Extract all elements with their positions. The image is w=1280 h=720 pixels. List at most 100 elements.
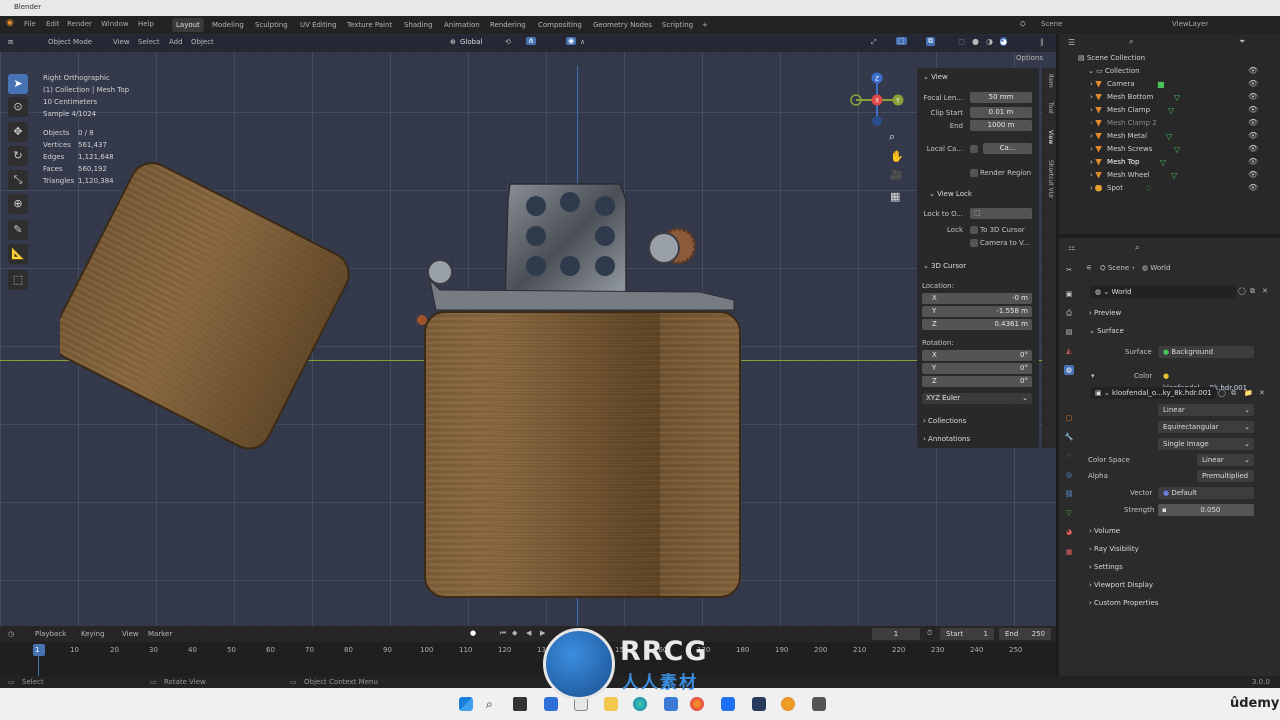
tab-uv-editing[interactable]: UV Editing [296,18,341,32]
lock-to-object-field[interactable]: ⬚ [970,208,1032,219]
overlay-toggle-icon[interactable]: ⬚ [896,37,907,45]
scene-selector[interactable]: Scene [1041,20,1062,28]
play-reverse-button[interactable]: ◀ [526,629,531,637]
surface-panel-header[interactable]: ⌄ Surface [1089,327,1124,335]
zoom-icon[interactable]: ⌕ [889,130,895,144]
view-section-header[interactable]: ⌄ View [923,73,948,81]
editor-type-icon[interactable]: ⧈ [8,37,13,47]
app-icon[interactable] [752,697,766,711]
image-open-folder-icon[interactable]: 📁 [1244,389,1253,397]
cursor-location-z[interactable]: Z 0.4361 m [922,319,1032,330]
outliner-item-mesh-metal[interactable]: › Mesh Metal [1090,132,1147,140]
measure-tool-icon[interactable]: 📐 [8,244,28,264]
fake-user-shield-icon[interactable]: ◯ [1238,287,1246,295]
tab-animation[interactable]: Animation [440,18,484,32]
annotations-header[interactable]: › Annotations [923,435,970,443]
menu-select[interactable]: Select [138,38,160,46]
color-input-link[interactable]: ● kloofendal_...8k.hdr.001 [1158,370,1254,392]
render-region-checkbox[interactable] [970,169,978,177]
pan-hand-icon[interactable]: ✋ [890,150,904,163]
material-props-icon[interactable]: ◕ [1064,527,1074,537]
image-fake-user-icon[interactable]: ◯ [1218,389,1226,397]
tab-view[interactable]: View [1044,130,1054,144]
dropbox-icon[interactable] [721,697,735,711]
visibility-eye-icon[interactable]: 👁 [1248,144,1258,153]
menu-help[interactable]: Help [138,20,154,28]
view-layer-props-icon[interactable]: ▤ [1064,327,1074,337]
visibility-eye-icon[interactable]: 👁 [1248,66,1258,75]
world-datablock-field[interactable]: ◍ ⌄ World [1090,286,1236,298]
interpolation-dropdown[interactable]: Linear ⌄ [1158,404,1254,416]
tab-tool[interactable]: Tool [1044,102,1054,114]
visibility-eye-icon[interactable]: 👁 [1248,183,1258,192]
outliner-item-camera[interactable]: › Camera [1090,80,1135,88]
menu-add[interactable]: Add [169,38,183,46]
ray-visibility-panel-header[interactable]: › Ray Visibility [1089,545,1139,553]
tab-modeling[interactable]: Modeling [208,18,248,32]
cursor-rotation-z[interactable]: Z 0° [922,376,1032,387]
wireframe-shading-icon[interactable]: ◌ [958,37,965,46]
vector-input-field[interactable]: ● Default [1158,487,1254,499]
viewport-split-icon[interactable]: ‖ [1040,38,1044,46]
3d-cursor-header[interactable]: ⌄ 3D Cursor [923,262,966,270]
visibility-eye-icon[interactable]: 👁 [1248,79,1258,88]
firefox-icon[interactable] [690,697,704,711]
clip-start-field[interactable]: 0.01 m [970,107,1032,118]
snap-icon[interactable]: ⋔ [526,37,536,45]
world-props-icon[interactable]: ◍ [1064,365,1074,375]
physics-props-icon[interactable]: ◎ [1064,470,1074,480]
task-view-icon[interactable] [513,697,527,711]
tool-props-icon[interactable]: ✂ [1064,265,1074,275]
widgets-icon[interactable] [544,697,558,711]
cursor-tool-icon[interactable]: ⊙ [8,97,28,117]
focal-length-field[interactable]: 50 mm [970,92,1032,103]
xray-toggle-icon[interactable]: ⧉ [926,37,935,46]
camera-to-view-checkbox[interactable] [970,239,978,247]
proportional-edit-icon[interactable]: ◉ [566,37,577,45]
outliner-filter-icon[interactable]: ⏷ [1239,37,1245,47]
output-props-icon[interactable]: ⎙ [1064,308,1074,318]
outliner-item-mesh-top[interactable]: › Mesh Top [1090,158,1140,166]
outliner-item-spot[interactable]: › Spot [1090,184,1123,192]
properties-editor-icon[interactable]: ⚏ [1068,243,1075,252]
menu-edit[interactable]: Edit [46,20,60,28]
preview-range-clock-icon[interactable]: ⏱ [927,629,932,638]
gizmo-toggle-icon[interactable]: ⤢ [871,38,877,47]
image-unlink-icon[interactable]: ✕ [1259,389,1265,397]
app-icon[interactable] [812,697,826,711]
color-space-dropdown[interactable]: Linear ⌄ [1197,454,1254,466]
play-button[interactable]: ▶ [540,629,545,637]
add-cube-tool-icon[interactable]: ⬚ [8,270,28,290]
duplicate-datablock-icon[interactable]: ⧉ [1250,287,1255,296]
menu-playback[interactable]: Playback [35,630,66,638]
rotate-tool-icon[interactable]: ↻ [8,146,28,166]
mode-selector[interactable]: Object Mode [48,38,92,46]
navigation-gizmo[interactable]: Z Y X [848,70,908,130]
pin-icon[interactable]: ⚟ [1086,264,1092,272]
tab-scripting[interactable]: Scripting [658,18,697,32]
scale-tool-icon[interactable]: ⤡ [8,170,28,190]
outliner-search-icon[interactable]: ⌕ [1129,37,1133,47]
constraints-props-icon[interactable]: ⛓ [1064,489,1074,499]
rendered-shading-icon[interactable]: ◕ [1000,37,1007,46]
outliner-item-mesh-wheel[interactable]: › Mesh Wheel [1090,171,1150,179]
blender-logo-icon[interactable]: ◉ [6,18,14,28]
color-expand-icon[interactable]: ▾ [1091,372,1095,380]
outliner-item-mesh-screws[interactable]: › Mesh Screws [1090,145,1152,153]
properties-search-icon[interactable]: ⌕ [1135,243,1139,253]
timeline-editor-icon[interactable]: ◷ [8,630,14,638]
pivot-icon[interactable]: ⟲ [505,38,511,46]
start-frame-field[interactable]: Start 1 [940,628,994,640]
visibility-eye-icon[interactable]: 👁 [1248,92,1258,101]
transform-tool-icon[interactable]: ⊕ [8,194,28,214]
search-icon[interactable]: ⌕ [486,697,500,711]
strength-field[interactable]: ▪ 0.050 [1158,504,1254,516]
store-icon[interactable] [664,697,678,711]
data-props-icon[interactable]: ▽ [1064,508,1074,518]
lighter-model[interactable] [60,140,760,610]
clip-end-field[interactable]: 1000 m [970,120,1032,131]
texture-props-icon[interactable]: ▦ [1064,547,1074,557]
ortho-grid-icon[interactable]: ▦ [890,190,900,203]
camera-view-icon[interactable]: 🎥 [890,170,902,181]
menu-object[interactable]: Object [191,38,214,46]
